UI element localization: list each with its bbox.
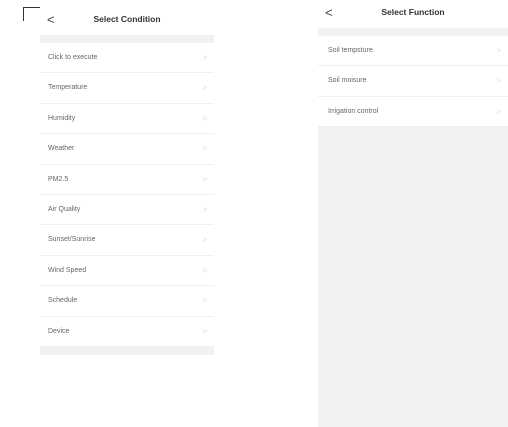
- section-gap: [318, 28, 508, 36]
- function-item-soil-moisture[interactable]: Soil moisure >: [318, 66, 508, 97]
- list-footer: [318, 127, 508, 427]
- list-item-label: PM2.5: [48, 175, 69, 183]
- list-item-label: Click to execute: [48, 54, 98, 61]
- select-condition-screen: < Select Condition Click to execute > Tem…: [40, 7, 214, 355]
- function-item-soil-temperature[interactable]: Soil tempsture >: [318, 36, 508, 67]
- function-header: < Select Function: [318, 0, 508, 28]
- condition-item-sunset-sunrise[interactable]: Sunset/Sunrise >: [40, 225, 214, 256]
- chevron-right-icon: >: [202, 53, 207, 62]
- window-corner-left: [23, 7, 24, 21]
- function-list: Soil tempsture > Soil moisure > Irrigation…: [318, 36, 508, 128]
- condition-item-air-quality[interactable]: Air Quality >: [40, 195, 214, 226]
- list-item-label: Humidity: [48, 114, 76, 122]
- condition-item-wind-speed[interactable]: Wind Speed >: [40, 256, 214, 287]
- list-footer: [40, 346, 214, 355]
- section-gap: [40, 35, 214, 43]
- list-item-label: Soil moisure: [328, 77, 367, 85]
- page-title: Select Condition: [93, 14, 161, 24]
- list-item-label: Irrigation control: [328, 107, 379, 115]
- chevron-right-icon: >: [202, 296, 207, 306]
- list-item-label: Weather: [48, 145, 75, 153]
- page-title: Select Function: [381, 7, 445, 17]
- list-item-label: Device: [48, 327, 70, 335]
- condition-list: Click to execute > Temperature > Humidity >…: [40, 43, 214, 347]
- condition-item-temperature[interactable]: Temperature >: [40, 73, 214, 104]
- window-corner-top: [23, 7, 40, 8]
- condition-header: < Select Condition: [40, 7, 214, 35]
- list-item-label: Sunset/Sunrise: [48, 236, 96, 244]
- chevron-right-icon: >: [202, 144, 207, 154]
- chevron-right-icon: >: [496, 106, 501, 116]
- condition-item-device[interactable]: Device >: [40, 317, 214, 347]
- chevron-right-icon: >: [202, 265, 207, 275]
- list-item-label: Schedule: [48, 297, 78, 305]
- chevron-right-icon: >: [202, 113, 207, 123]
- condition-item-pm25[interactable]: PM2.5 >: [40, 165, 214, 195]
- list-item-label: Temperature: [48, 84, 88, 92]
- chevron-right-icon: >: [202, 235, 207, 245]
- chevron-right-icon: >: [202, 83, 207, 93]
- list-item-label: Wind Speed: [48, 266, 87, 274]
- list-item-label: Soil tempsture: [328, 47, 373, 54]
- select-function-screen: < Select Function Soil tempsture > Soil m…: [318, 0, 508, 427]
- condition-item-weather[interactable]: Weather >: [40, 134, 214, 165]
- condition-item-click-to-execute[interactable]: Click to execute >: [40, 43, 214, 74]
- chevron-right-icon: >: [202, 174, 207, 184]
- condition-item-schedule[interactable]: Schedule >: [40, 286, 214, 317]
- condition-item-humidity[interactable]: Humidity >: [40, 104, 214, 135]
- chevron-right-icon: >: [496, 76, 501, 86]
- list-item-label: Air Quality: [48, 205, 81, 213]
- function-item-irrigation-control[interactable]: Irrigation control >: [318, 97, 508, 128]
- chevron-right-icon: >: [202, 326, 207, 336]
- chevron-right-icon: >: [202, 204, 207, 214]
- chevron-right-icon: >: [496, 46, 501, 55]
